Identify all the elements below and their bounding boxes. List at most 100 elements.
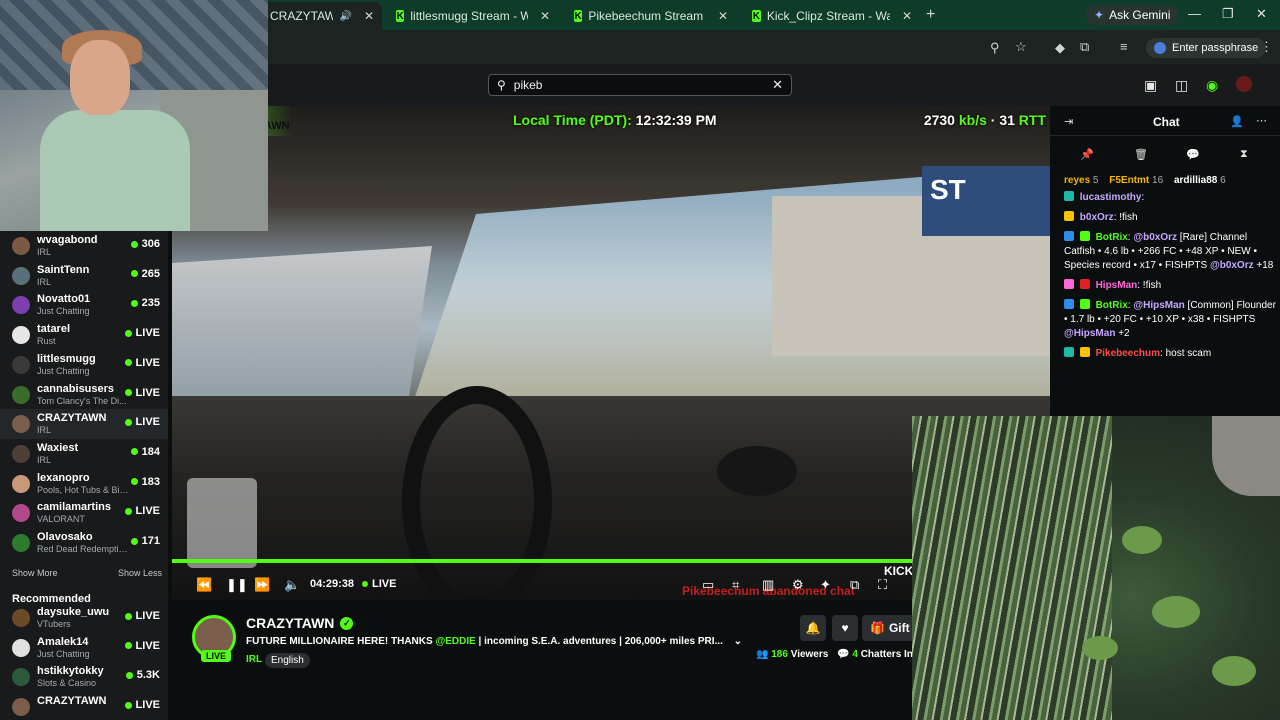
new-tab-icon[interactable]: + (926, 6, 935, 24)
effects-icon[interactable]: ✦ (820, 577, 831, 593)
chat-username[interactable]: lucastimothy (1080, 192, 1142, 203)
pond-stream-overlay[interactable] (912, 416, 1280, 720)
user-avatar[interactable] (1236, 76, 1252, 92)
bookmark-star-icon[interactable]: ☆ (1015, 39, 1027, 55)
close-tab-icon[interactable]: ✕ (718, 9, 728, 23)
streamer-webcam-overlay (0, 0, 268, 231)
sidebar-item-category: Just Chatting (37, 365, 90, 376)
chat-username[interactable]: Pikebeechum (1096, 348, 1160, 359)
sidebar-item-tatarel[interactable]: tatarel Rust LIVE (0, 320, 168, 350)
progress-bar[interactable] (172, 559, 912, 563)
search-bar[interactable]: ⚲ pikeb ✕ (488, 74, 792, 96)
tab-pikebeechum[interactable]: K Pikebeechum Stream - Watch L ✕ (566, 2, 736, 30)
expand-title-icon[interactable]: ⌄ (734, 636, 742, 647)
tab-crazytawn[interactable]: CRAZYTAWN Stream - Watc 🔊 ✕ (262, 2, 382, 30)
sidebar-item-littlesmugg[interactable]: littlesmugg Just Chatting LIVE (0, 350, 168, 380)
rewind-icon[interactable]: ⏪ (196, 577, 212, 593)
channel-name[interactable]: CRAZYTAWN (246, 615, 334, 631)
notifications-button[interactable]: 🔔 (800, 615, 826, 641)
sidebar-item-cannabisusers[interactable]: cannabisusers Tom Clancy's The Di... LIVE (0, 380, 168, 410)
sidebar-item-hstikkytokky[interactable]: hstikkytokky Slots & Casino 5.3K (0, 662, 168, 692)
tab-littlesmugg[interactable]: K littlesmugg Stream - Watch Live ✕ (388, 2, 558, 30)
gifter-item[interactable]: ardillia88 6 (1174, 175, 1226, 186)
category-link[interactable]: IRL (246, 654, 262, 665)
verified-icon: ✓ (340, 616, 354, 630)
kick-coin-icon[interactable]: ◉ (1206, 77, 1218, 94)
chat-message: b0xOrz: !fish (1064, 211, 1276, 225)
sidebar-item-olavosako[interactable]: Olavosako Red Dead Redemption II 171 (0, 528, 168, 558)
sidebar-item-amalek14[interactable]: Amalek14 Just Chatting LIVE (0, 633, 168, 663)
chat-bubble-icon[interactable]: 💬 (1186, 148, 1200, 161)
avatar (12, 237, 30, 255)
sidebar-item-name: littlesmugg (37, 352, 96, 365)
local-time-label: Local Time (PDT): (513, 112, 632, 128)
gift-subs-button[interactable]: 🎁 Gift S (862, 615, 912, 641)
gifter-item[interactable]: F5Entmt 16 (1109, 175, 1163, 186)
live-label: LIVE (372, 578, 397, 590)
studio-icon[interactable]: ▣ (1144, 77, 1157, 94)
avatar (12, 504, 30, 523)
zoom-icon[interactable]: ⚲ (990, 40, 1000, 56)
sidebar-item-novatto01[interactable]: Novatto01 Just Chatting 235 (0, 290, 168, 320)
sidebar-item-status: 306 (130, 238, 160, 250)
pin-icon[interactable]: 📌 (1080, 148, 1094, 161)
store-sign: ST (922, 166, 1050, 236)
theater-icon[interactable]: ▥ (762, 577, 774, 593)
live-dot-icon (125, 671, 133, 679)
fullscreen-icon[interactable]: ⛶ (878, 577, 887, 593)
profile-icon (1154, 42, 1166, 54)
passphrase-button[interactable]: Enter passphrase (1146, 38, 1267, 58)
clip-icon[interactable]: ⌗ (732, 577, 739, 593)
sidebar-item-lexanopro[interactable]: lexanopro Pools, Hot Tubs & Bikinis 183 (0, 469, 168, 499)
chat-username[interactable]: BotRix (1096, 232, 1128, 243)
close-tab-icon[interactable]: ✕ (364, 9, 374, 23)
maximize-icon[interactable]: ❐ (1222, 6, 1234, 22)
sidebar-item-crazytawn[interactable]: CRAZYTAWN IRL LIVE (0, 409, 168, 440)
sidebar-item-crazytawn[interactable]: CRAZYTAWN LIVE (0, 692, 168, 720)
sidebar-item-sainttenn[interactable]: SaintTenn IRL 265 (0, 261, 168, 291)
streamer-face (70, 40, 130, 115)
sidebar-item-waxiest[interactable]: Waxiest IRL 184 (0, 439, 168, 469)
chat-username[interactable]: BotRix (1096, 300, 1128, 311)
stream-title-mention[interactable]: @EDDIE (435, 636, 475, 647)
extension-icon[interactable]: ◆ (1055, 40, 1065, 56)
menu-icon[interactable]: ⋮ (1260, 39, 1273, 55)
live-dot-icon (124, 701, 132, 709)
chat-username[interactable]: b0xOrz (1080, 212, 1114, 223)
search-input[interactable]: pikeb (514, 78, 543, 92)
sidebar-item-camilamartins[interactable]: camilamartins VALORANT LIVE (0, 498, 168, 528)
volume-icon[interactable]: 🔈 (284, 577, 300, 593)
chat-username[interactable]: HipsMan (1096, 280, 1138, 291)
show-less-link[interactable]: Show Less (118, 568, 162, 578)
bot-badge-icon (1064, 231, 1074, 241)
ask-gemini-button[interactable]: ✦ Ask Gemini (1086, 5, 1179, 25)
tab-search-icon[interactable]: ≡ (1120, 39, 1128, 54)
sidebar-item-daysuke_uwu[interactable]: daysuke_uwu VTubers LIVE (0, 603, 168, 633)
stream-title-suffix: | incoming S.E.A. adventures | 206,000+ … (475, 636, 723, 647)
user-settings-icon[interactable]: 👤 (1230, 115, 1244, 128)
audio-icon[interactable]: 🔊 (339, 11, 351, 22)
clear-search-icon[interactable]: ✕ (772, 77, 783, 93)
chat-menu-icon[interactable]: ⋯ (1256, 114, 1267, 127)
trash-icon[interactable]: 🗑 (1134, 148, 1148, 161)
collapse-chat-icon[interactable]: ⇥ (1064, 115, 1073, 128)
sidebar-item-category: Just Chatting (37, 648, 90, 659)
pause-icon[interactable]: ❚❚ (226, 577, 248, 593)
minimize-icon[interactable]: — (1188, 6, 1201, 21)
pip-icon[interactable]: ⧉ (850, 577, 859, 593)
gifter-item[interactable]: reyes 5 (1064, 175, 1098, 186)
language-tag[interactable]: English (265, 653, 310, 668)
show-more-link[interactable]: Show More (12, 568, 58, 578)
layout-icon[interactable]: ◫ (1175, 77, 1188, 94)
close-tab-icon[interactable]: ✕ (540, 9, 550, 23)
tab-kick-clipz[interactable]: K Kick_Clipz Stream - Watch Live ✕ (744, 2, 920, 30)
follow-button[interactable]: ♥ (832, 615, 858, 641)
sidebar-item-wvagabond[interactable]: wvagabond IRL 306 (0, 231, 168, 261)
puzzle-icon[interactable]: ⧉ (1080, 39, 1089, 55)
settings-icon[interactable]: ⚙ (792, 577, 804, 593)
forward-icon[interactable]: ⏩ (254, 577, 270, 593)
camera-icon[interactable]: ▭ (702, 577, 714, 593)
hourglass-icon[interactable]: ⧗ (1240, 148, 1248, 161)
close-window-icon[interactable]: ✕ (1256, 6, 1267, 22)
close-tab-icon[interactable]: ✕ (902, 9, 912, 23)
